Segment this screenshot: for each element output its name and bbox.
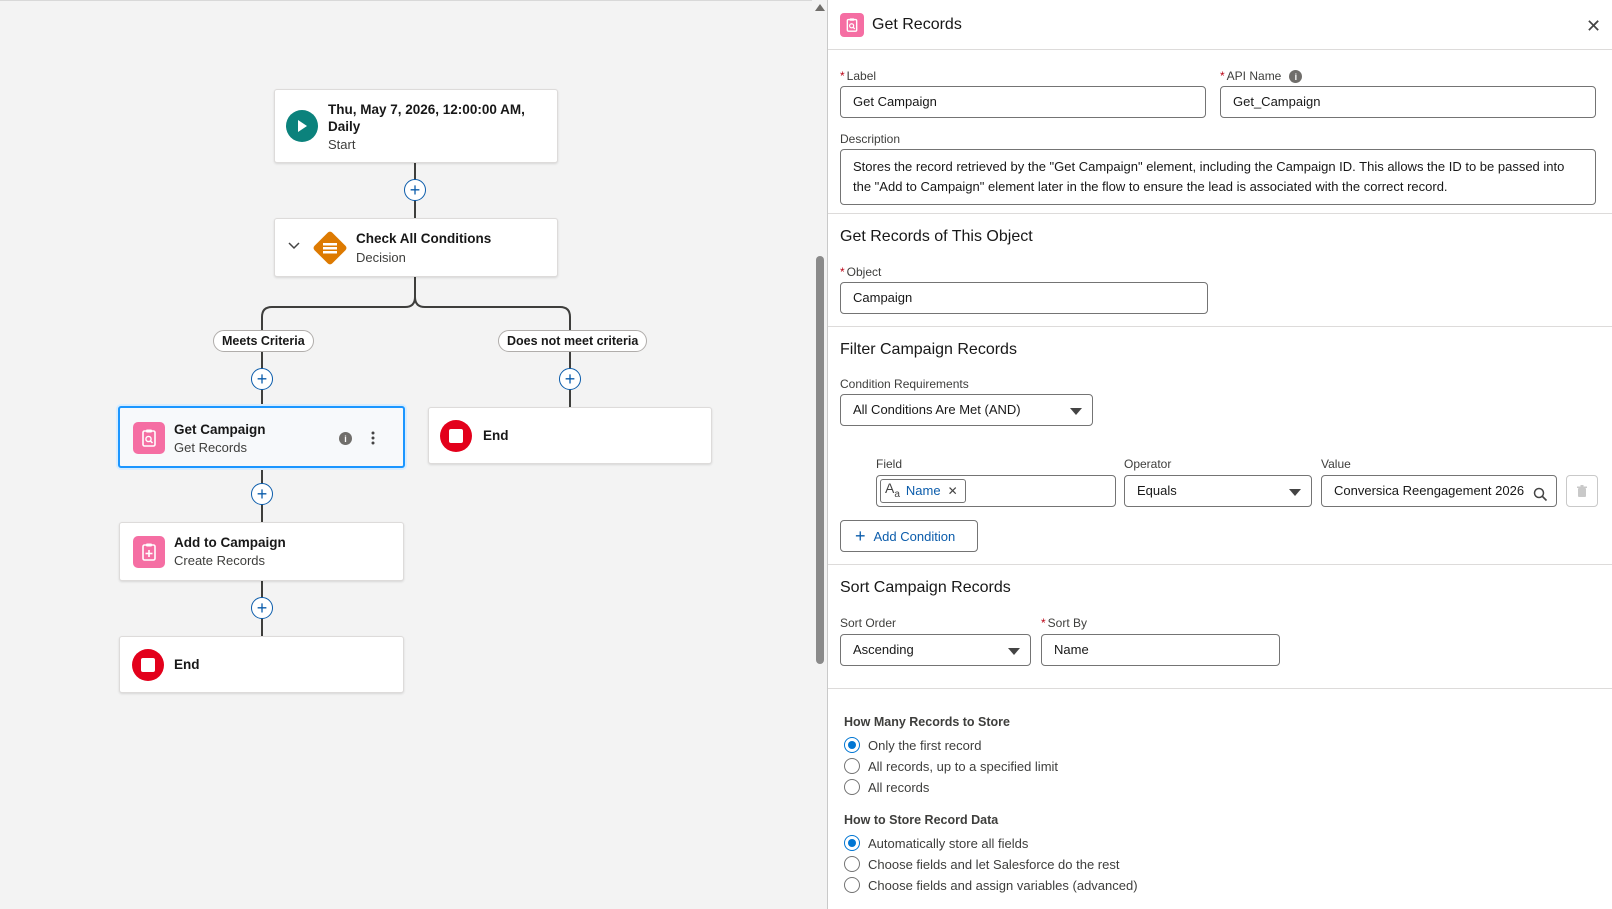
canvas-scrollbar[interactable]: [812, 0, 828, 909]
remove-icon[interactable]: ✕: [948, 476, 958, 506]
trash-icon: [1577, 484, 1587, 497]
panel-header: Get Records ✕: [828, 0, 1612, 50]
radio-button[interactable]: [844, 758, 860, 774]
sort-order-label: Sort Order: [840, 616, 897, 630]
get-campaign-title: Get Campaign: [174, 422, 266, 437]
chevron-down-icon: [1070, 408, 1082, 415]
start-title-line1: Thu, May 7, 2026, 12:00:00 AM,: [328, 102, 525, 117]
value-column-label: Value: [1321, 457, 1351, 471]
play-icon: [286, 110, 318, 142]
chevron-down-icon: [1289, 489, 1301, 496]
decision-node[interactable]: Check All Conditions Decision: [274, 218, 558, 277]
label-field-label: * Label: [840, 69, 877, 83]
radio-button[interactable]: [844, 835, 860, 851]
label-input[interactable]: Get Campaign: [840, 86, 1206, 118]
panel-title: Get Records: [872, 16, 962, 33]
end-node[interactable]: End: [428, 407, 712, 464]
condition-requirements-label: Condition Requirements: [840, 377, 969, 391]
operator-column-label: Operator: [1124, 457, 1172, 471]
add-element-button[interactable]: +: [404, 179, 426, 201]
radio-button[interactable]: [844, 779, 860, 795]
radio-button[interactable]: [844, 737, 860, 753]
section-divider: [828, 326, 1612, 327]
sort-order-select[interactable]: Ascending: [840, 634, 1031, 666]
radio-all-records[interactable]: All records: [844, 779, 929, 795]
info-icon[interactable]: i: [1289, 70, 1303, 84]
decision-subtitle: Decision: [356, 250, 406, 265]
create-records-icon: [133, 536, 165, 568]
add-element-button[interactable]: +: [559, 368, 581, 390]
sort-by-input[interactable]: Name: [1041, 634, 1280, 666]
start-subtitle: Start: [328, 137, 356, 152]
radio-choose-fields-variables[interactable]: Choose fields and assign variables (adva…: [844, 877, 1138, 893]
start-node[interactable]: Thu, May 7, 2026, 12:00:00 AM, Daily Sta…: [274, 89, 558, 163]
add-element-button[interactable]: +: [251, 483, 273, 505]
object-field-label: * Object: [840, 265, 882, 279]
radio-choose-fields-salesforce[interactable]: Choose fields and let Salesforce do the …: [844, 856, 1119, 872]
search-icon: [1533, 483, 1548, 506]
add-icon: +: [855, 526, 866, 546]
field-pill[interactable]: Aa Name ✕: [880, 479, 966, 503]
object-input[interactable]: Campaign: [840, 282, 1208, 314]
get-campaign-node[interactable]: Get Campaign Get Records i: [118, 406, 405, 468]
section-divider: [828, 213, 1612, 214]
properties-panel: Get Records ✕ * Label Get Campaign * API N…: [828, 0, 1612, 909]
description-textarea[interactable]: Stores the record retrieved by the "Get …: [840, 149, 1596, 205]
section-divider: [828, 688, 1612, 689]
scroll-up-arrow-icon[interactable]: [815, 4, 825, 11]
how-many-records-title: How Many Records to Store: [844, 715, 1010, 729]
add-element-button[interactable]: +: [251, 368, 273, 390]
add-to-campaign-node[interactable]: Add to Campaign Create Records: [119, 522, 404, 581]
decision-title: Check All Conditions: [356, 231, 492, 246]
section-divider: [828, 564, 1612, 565]
start-title-line2: Daily: [328, 119, 361, 134]
filter-field-input[interactable]: Aa Name ✕: [876, 475, 1116, 507]
sort-section-title: Sort Campaign Records: [840, 579, 1011, 596]
radio-only-first-record[interactable]: Only the first record: [844, 737, 981, 753]
radio-button[interactable]: [844, 877, 860, 893]
add-condition-label: Add Condition: [873, 528, 956, 544]
sort-by-label: * Sort By: [1041, 616, 1088, 630]
scroll-thumb[interactable]: [816, 256, 824, 664]
text-field-icon: Aa: [885, 479, 900, 500]
operator-select[interactable]: Equals: [1124, 475, 1312, 507]
description-label: Description: [840, 132, 901, 146]
field-pill-label: Name: [905, 483, 941, 498]
condition-requirements-select[interactable]: All Conditions Are Met (AND): [840, 394, 1093, 426]
radio-records-up-to-limit[interactable]: All records, up to a specified limit: [844, 758, 1058, 774]
chevron-down-icon[interactable]: [287, 239, 301, 258]
branch-label-meets-criteria[interactable]: Meets Criteria: [213, 330, 314, 352]
how-to-store-title: How to Store Record Data: [844, 813, 999, 827]
object-section-title: Get Records of This Object: [840, 228, 1033, 245]
stop-icon: [440, 420, 472, 452]
api-name-input[interactable]: Get_Campaign: [1220, 86, 1596, 118]
chevron-down-icon: [1008, 648, 1020, 655]
end-label: End: [483, 428, 509, 443]
radio-auto-store-fields[interactable]: Automatically store all fields: [844, 835, 1028, 851]
branch-label-default[interactable]: Does not meet criteria: [498, 330, 648, 352]
more-options-icon[interactable]: [370, 430, 376, 446]
delete-condition-button[interactable]: [1566, 475, 1598, 507]
flow-canvas[interactable]: Thu, May 7, 2026, 12:00:00 AM, Daily Sta…: [0, 0, 812, 909]
add-to-campaign-subtitle: Create Records: [174, 553, 266, 568]
get-records-icon: [840, 13, 864, 37]
get-campaign-subtitle: Get Records: [174, 440, 247, 455]
close-icon[interactable]: ✕: [1586, 17, 1601, 35]
add-condition-button[interactable]: + Add Condition: [840, 520, 978, 552]
filter-section-title: Filter Campaign Records: [840, 341, 1017, 358]
info-icon[interactable]: i: [339, 432, 352, 445]
end-node[interactable]: End: [119, 636, 404, 693]
end-label: End: [174, 657, 200, 672]
stop-icon: [132, 649, 164, 681]
get-records-icon: [133, 422, 165, 454]
add-to-campaign-title: Add to Campaign: [174, 535, 286, 550]
field-column-label: Field: [876, 457, 903, 471]
decision-icon: [311, 229, 349, 267]
value-input[interactable]: Conversica Reengagement 2026: [1321, 475, 1557, 507]
add-element-button[interactable]: +: [251, 597, 273, 619]
radio-button[interactable]: [844, 856, 860, 872]
api-name-field-label: * API Name i: [1220, 69, 1303, 84]
